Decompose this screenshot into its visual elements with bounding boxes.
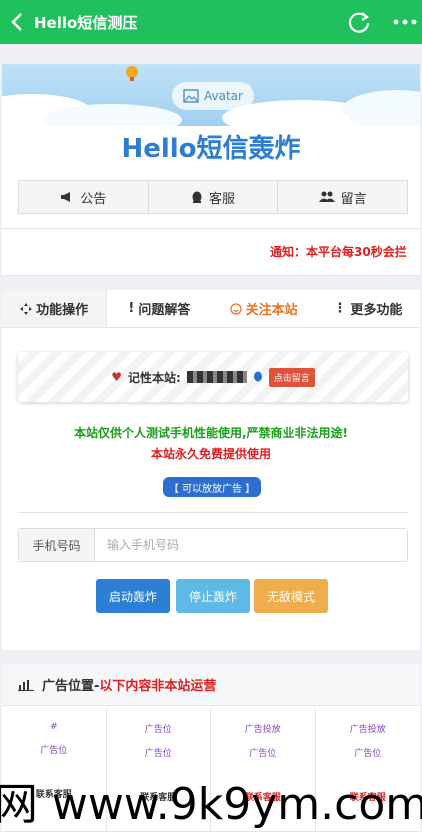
- notice-text: 通知：本平台每30秒会拦: [270, 245, 407, 259]
- ad-section-header: 广告位置-以下内容非本站运营: [2, 664, 420, 706]
- section-gap: [2, 650, 420, 664]
- bar-chart-icon: [18, 679, 34, 691]
- ad-cell-line2: 广告位: [249, 749, 277, 759]
- page-container: Avatar Hello短信轰炸 公告 客服 留言 通知：本平台每30秒会拦 功…: [2, 64, 420, 832]
- back-button[interactable]: [0, 0, 34, 44]
- phone-input[interactable]: [95, 529, 407, 561]
- site-title: Hello短信轰炸: [121, 134, 301, 164]
- ad-cell-line2: 广告位: [40, 746, 68, 756]
- disclaimer-line-1: 本站仅供个人测试手机性能使用,严禁商业非法用途!: [73, 426, 349, 440]
- avatar: Avatar: [172, 82, 254, 110]
- tab-functions[interactable]: 功能操作: [2, 290, 108, 327]
- qq-icon: [253, 371, 262, 382]
- qq-icon: [192, 191, 202, 203]
- tab-functions-label: 功能操作: [36, 303, 89, 318]
- remember-card: ♥ 记性本站: 点击留言: [18, 352, 408, 402]
- more-horizontal-icon[interactable]: [392, 14, 418, 30]
- tab-announcement[interactable]: 公告: [19, 181, 149, 213]
- ad-title-prefix: 广告位置-: [42, 679, 100, 694]
- ad-cell-line2: 广告位: [354, 749, 382, 759]
- tab-announcement-label: 公告: [80, 191, 107, 207]
- tab-more-label: 更多功能: [350, 303, 403, 318]
- ad-cell-line2: 广告位: [144, 749, 172, 759]
- redacted-url: [186, 371, 247, 383]
- tab-follow[interactable]: 关注本站: [212, 290, 316, 327]
- chevron-left-icon: [11, 13, 22, 31]
- megaphone-icon: [61, 192, 71, 202]
- ad-cell-line1: 广告投放: [244, 725, 281, 735]
- top-tabs: 公告 客服 留言: [18, 180, 408, 214]
- function-tabs: 功能操作 ! 问题解答 关注本站 ⋮ 更多功能: [2, 290, 420, 328]
- stop-button[interactable]: 停止轰炸: [176, 579, 250, 613]
- avatar-label: Avatar: [204, 89, 243, 103]
- tab-customer-service-label: 客服: [209, 191, 236, 207]
- disclaimer-line-2: 本站永久免费提供使用: [150, 447, 271, 461]
- smile-icon: [229, 302, 242, 315]
- tab-faq-label: 问题解答: [138, 303, 191, 318]
- tab-message[interactable]: 留言: [278, 181, 408, 213]
- notice-marquee: 通知：本平台每30秒会拦: [2, 228, 420, 276]
- heart-icon: ♥: [111, 370, 122, 384]
- app-title: Hello短信测压: [34, 13, 138, 32]
- phone-label: 手机号码: [19, 529, 95, 561]
- tab-message-label: 留言: [340, 191, 367, 207]
- users-icon: [318, 191, 335, 202]
- ad-placement-button[interactable]: 【 可以放放广告 】: [163, 477, 261, 497]
- tab-more[interactable]: ⋮ 更多功能: [316, 290, 420, 327]
- start-button[interactable]: 启动轰炸: [96, 579, 170, 613]
- tab-customer-service[interactable]: 客服: [148, 181, 279, 213]
- remember-label: 记性本站:: [127, 370, 181, 385]
- more-vertical-icon: ⋮: [333, 301, 347, 316]
- reload-icon[interactable]: [346, 9, 372, 35]
- ad-cell-line1: 广告投放: [349, 725, 386, 735]
- section-gap: [2, 276, 420, 290]
- app-bar: Hello短信测压: [0, 0, 422, 44]
- divider: [18, 512, 408, 513]
- move-icon: [20, 302, 33, 315]
- ad-title-warning: 以下内容非本站运营: [99, 679, 217, 694]
- leave-message-button[interactable]: 点击留言: [268, 367, 315, 387]
- ad-cell-line1: #: [49, 722, 58, 732]
- god-mode-button[interactable]: 无敌模式: [254, 579, 328, 613]
- image-icon: [183, 89, 199, 103]
- ad-cell-line1: 广告位: [144, 725, 172, 735]
- tab-faq[interactable]: ! 问题解答: [107, 290, 211, 327]
- phone-input-group: 手机号码: [18, 528, 408, 562]
- header-banner: Avatar: [2, 64, 420, 126]
- exclamation-icon: !: [128, 301, 135, 316]
- watermark: 网 www.9k9ym.com: [0, 779, 422, 830]
- tab-follow-label: 关注本站: [245, 303, 298, 318]
